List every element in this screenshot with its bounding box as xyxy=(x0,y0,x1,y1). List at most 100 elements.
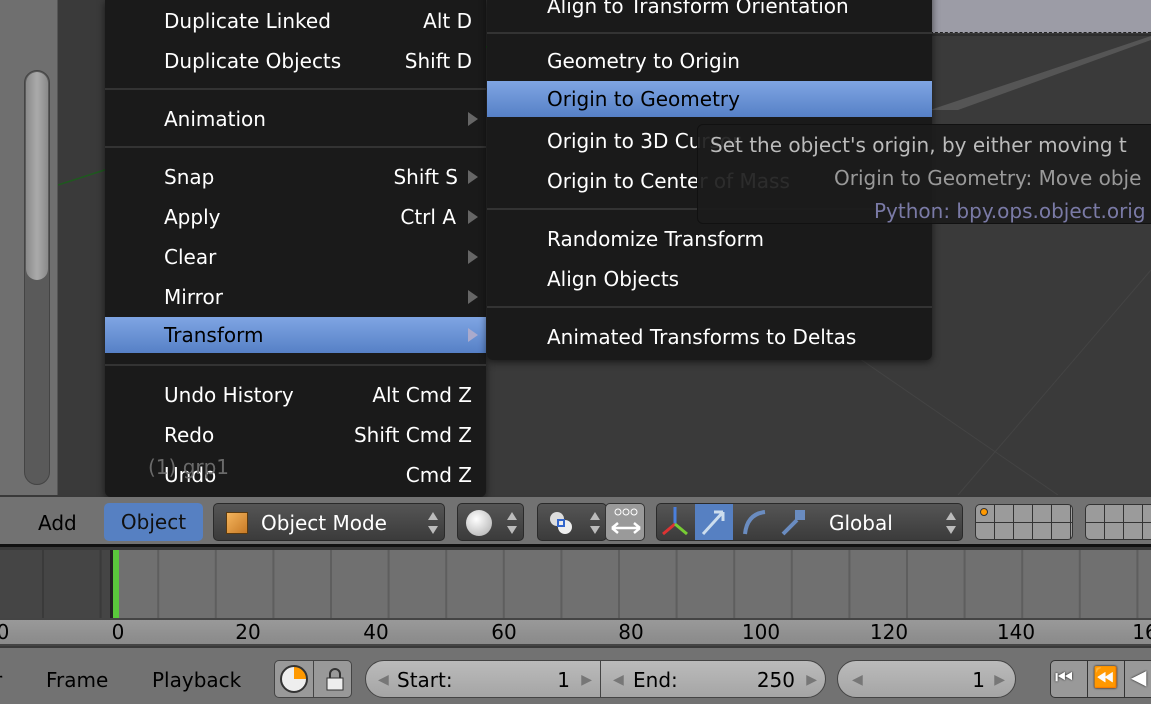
menu-item-undo-history[interactable]: Undo History Alt Cmd Z xyxy=(105,377,486,413)
menu-item-origin-to-geometry[interactable]: Origin to Geometry xyxy=(487,81,932,117)
pivot-icon xyxy=(548,510,574,536)
jump-to-start-icon[interactable]: ⏮ xyxy=(1055,665,1073,689)
menu-item-animated-transforms-to-deltas[interactable]: Animated Transforms to Deltas xyxy=(487,319,932,355)
current-frame-field[interactable]: ◀ 1 ▶ xyxy=(837,660,1016,698)
label: Origin to Geometry xyxy=(547,87,740,111)
solid-sphere-icon xyxy=(466,510,492,536)
shortcut: Alt Cmd Z xyxy=(372,383,472,407)
viewport-shading-dropdown[interactable] xyxy=(457,503,524,541)
menu-item-animation[interactable]: Animation xyxy=(105,101,486,137)
translate-manipulator-icon[interactable] xyxy=(695,504,733,540)
timeline-grid xyxy=(42,550,1139,618)
layer-buttons-2[interactable] xyxy=(1085,504,1151,540)
menu-item-clear[interactable]: Clear xyxy=(105,239,486,275)
label: Snap xyxy=(164,165,215,189)
divider xyxy=(313,661,314,697)
increment-arrow-icon[interactable]: ▶ xyxy=(806,661,817,699)
object-menu: Duplicate Linked Alt D Duplicate Objects S… xyxy=(105,0,486,497)
menu-item-geometry-to-origin[interactable]: Geometry to Origin xyxy=(487,43,932,79)
jump-to-keyframe-icon[interactable]: ⏪ xyxy=(1093,665,1118,689)
submenu-arrow-icon xyxy=(468,170,478,184)
manipulator-toggle[interactable] xyxy=(605,503,645,541)
add-menu[interactable]: Add xyxy=(38,511,77,535)
axis-manipulator-icon[interactable] xyxy=(657,504,693,540)
viewport-region xyxy=(930,0,1151,33)
separator xyxy=(105,146,486,148)
submenu-arrow-icon xyxy=(468,210,478,224)
label: Transform xyxy=(164,323,264,347)
label: Apply xyxy=(164,205,221,229)
decrement-arrow-icon[interactable]: ◀ xyxy=(852,661,863,699)
updown-arrows-icon xyxy=(507,512,517,534)
object-menu-button[interactable]: Object xyxy=(104,503,203,541)
submenu-arrow-icon xyxy=(468,328,478,342)
submenu-arrow-icon xyxy=(468,290,478,304)
rotate-manipulator-icon[interactable] xyxy=(735,504,773,540)
menu-item-snap[interactable]: Snap Shift S xyxy=(105,159,486,195)
divider xyxy=(1087,661,1088,697)
menu-item-apply[interactable]: Apply Ctrl A xyxy=(105,199,486,235)
decrement-arrow-icon[interactable]: ◀ xyxy=(613,661,624,699)
mode-dropdown[interactable]: Object Mode xyxy=(213,503,445,541)
updown-arrows-icon xyxy=(946,512,956,534)
shortcut: Ctrl A xyxy=(400,205,456,229)
3d-view-header: Add Object Object Mode Global xyxy=(0,497,1151,547)
tick-label: 0 xyxy=(0,620,10,644)
divider xyxy=(1124,661,1125,697)
decrement-arrow-icon[interactable]: ◀ xyxy=(378,661,389,699)
frame-menu[interactable]: Frame xyxy=(46,668,108,692)
tick-label: 0 xyxy=(111,620,125,644)
tick-label: 140 xyxy=(996,620,1036,644)
menu-item-align-objects[interactable]: Align Objects xyxy=(487,261,932,297)
pivot-point-dropdown[interactable] xyxy=(537,503,607,541)
tick-label: 16 xyxy=(1132,620,1151,644)
tick-label: 120 xyxy=(869,620,909,644)
manipulator-arrows-icon xyxy=(611,508,641,534)
shortcut: Alt D xyxy=(423,9,472,33)
menu-item-mirror[interactable]: Mirror xyxy=(105,279,486,315)
mode-label: Object Mode xyxy=(261,511,387,535)
label: Randomize Transform xyxy=(547,227,765,251)
submenu-arrow-icon xyxy=(468,250,478,264)
label: Redo xyxy=(164,423,215,447)
tick-label: 20 xyxy=(235,620,261,644)
start-label: Start: xyxy=(397,668,453,692)
menu-item-duplicate-linked[interactable]: Duplicate Linked Alt D xyxy=(105,3,486,39)
label: Undo History xyxy=(164,383,294,407)
object-label: (1) grp1 xyxy=(148,455,230,479)
shortcut: Shift S xyxy=(393,165,458,189)
label: Mirror xyxy=(164,285,223,309)
label: Animation xyxy=(164,107,266,131)
playhead[interactable] xyxy=(113,550,119,618)
scale-manipulator-icon[interactable] xyxy=(775,504,813,540)
view-menu-partial[interactable]: r xyxy=(0,668,2,692)
lock-icon[interactable] xyxy=(325,667,345,691)
increment-arrow-icon[interactable]: ▶ xyxy=(581,661,592,699)
frame-ruler[interactable]: 0 0 20 40 60 80 100 120 140 16 xyxy=(0,618,1151,646)
orientation-label[interactable]: Global xyxy=(829,504,893,542)
menu-item-randomize-transform[interactable]: Randomize Transform xyxy=(487,221,932,257)
end-frame-field[interactable]: ◀ End: 250 ▶ xyxy=(600,660,826,698)
label: Duplicate Objects xyxy=(164,49,342,73)
playback-menu[interactable]: Playback xyxy=(152,668,241,692)
end-label: End: xyxy=(633,668,678,692)
current-frame-value: 1 xyxy=(972,668,985,692)
menu-item-transform[interactable]: Transform xyxy=(105,317,486,353)
play-reverse-icon[interactable]: ◀ xyxy=(1131,665,1146,689)
start-value: 1 xyxy=(557,668,570,692)
shortcut: Shift Cmd Z xyxy=(353,423,472,447)
cube-icon xyxy=(226,512,248,534)
scrollbar-thumb[interactable] xyxy=(26,72,48,280)
clock-icon[interactable] xyxy=(280,665,308,693)
end-value: 250 xyxy=(756,668,795,692)
label: Align Objects xyxy=(547,267,680,291)
layer-buttons-1[interactable] xyxy=(975,504,1073,540)
increment-arrow-icon[interactable]: ▶ xyxy=(994,661,1005,699)
transform-manipulators: Global xyxy=(656,503,963,541)
start-frame-field[interactable]: ◀ Start: 1 ▶ xyxy=(365,660,601,698)
label: Clear xyxy=(164,245,217,269)
menu-item-duplicate-objects[interactable]: Duplicate Objects Shift D xyxy=(105,43,486,79)
separator xyxy=(487,32,932,34)
menu-item-redo[interactable]: Redo Shift Cmd Z xyxy=(105,417,486,453)
menu-item-align-to-transform-orientation[interactable]: Align to Transform Orientation xyxy=(487,0,932,24)
